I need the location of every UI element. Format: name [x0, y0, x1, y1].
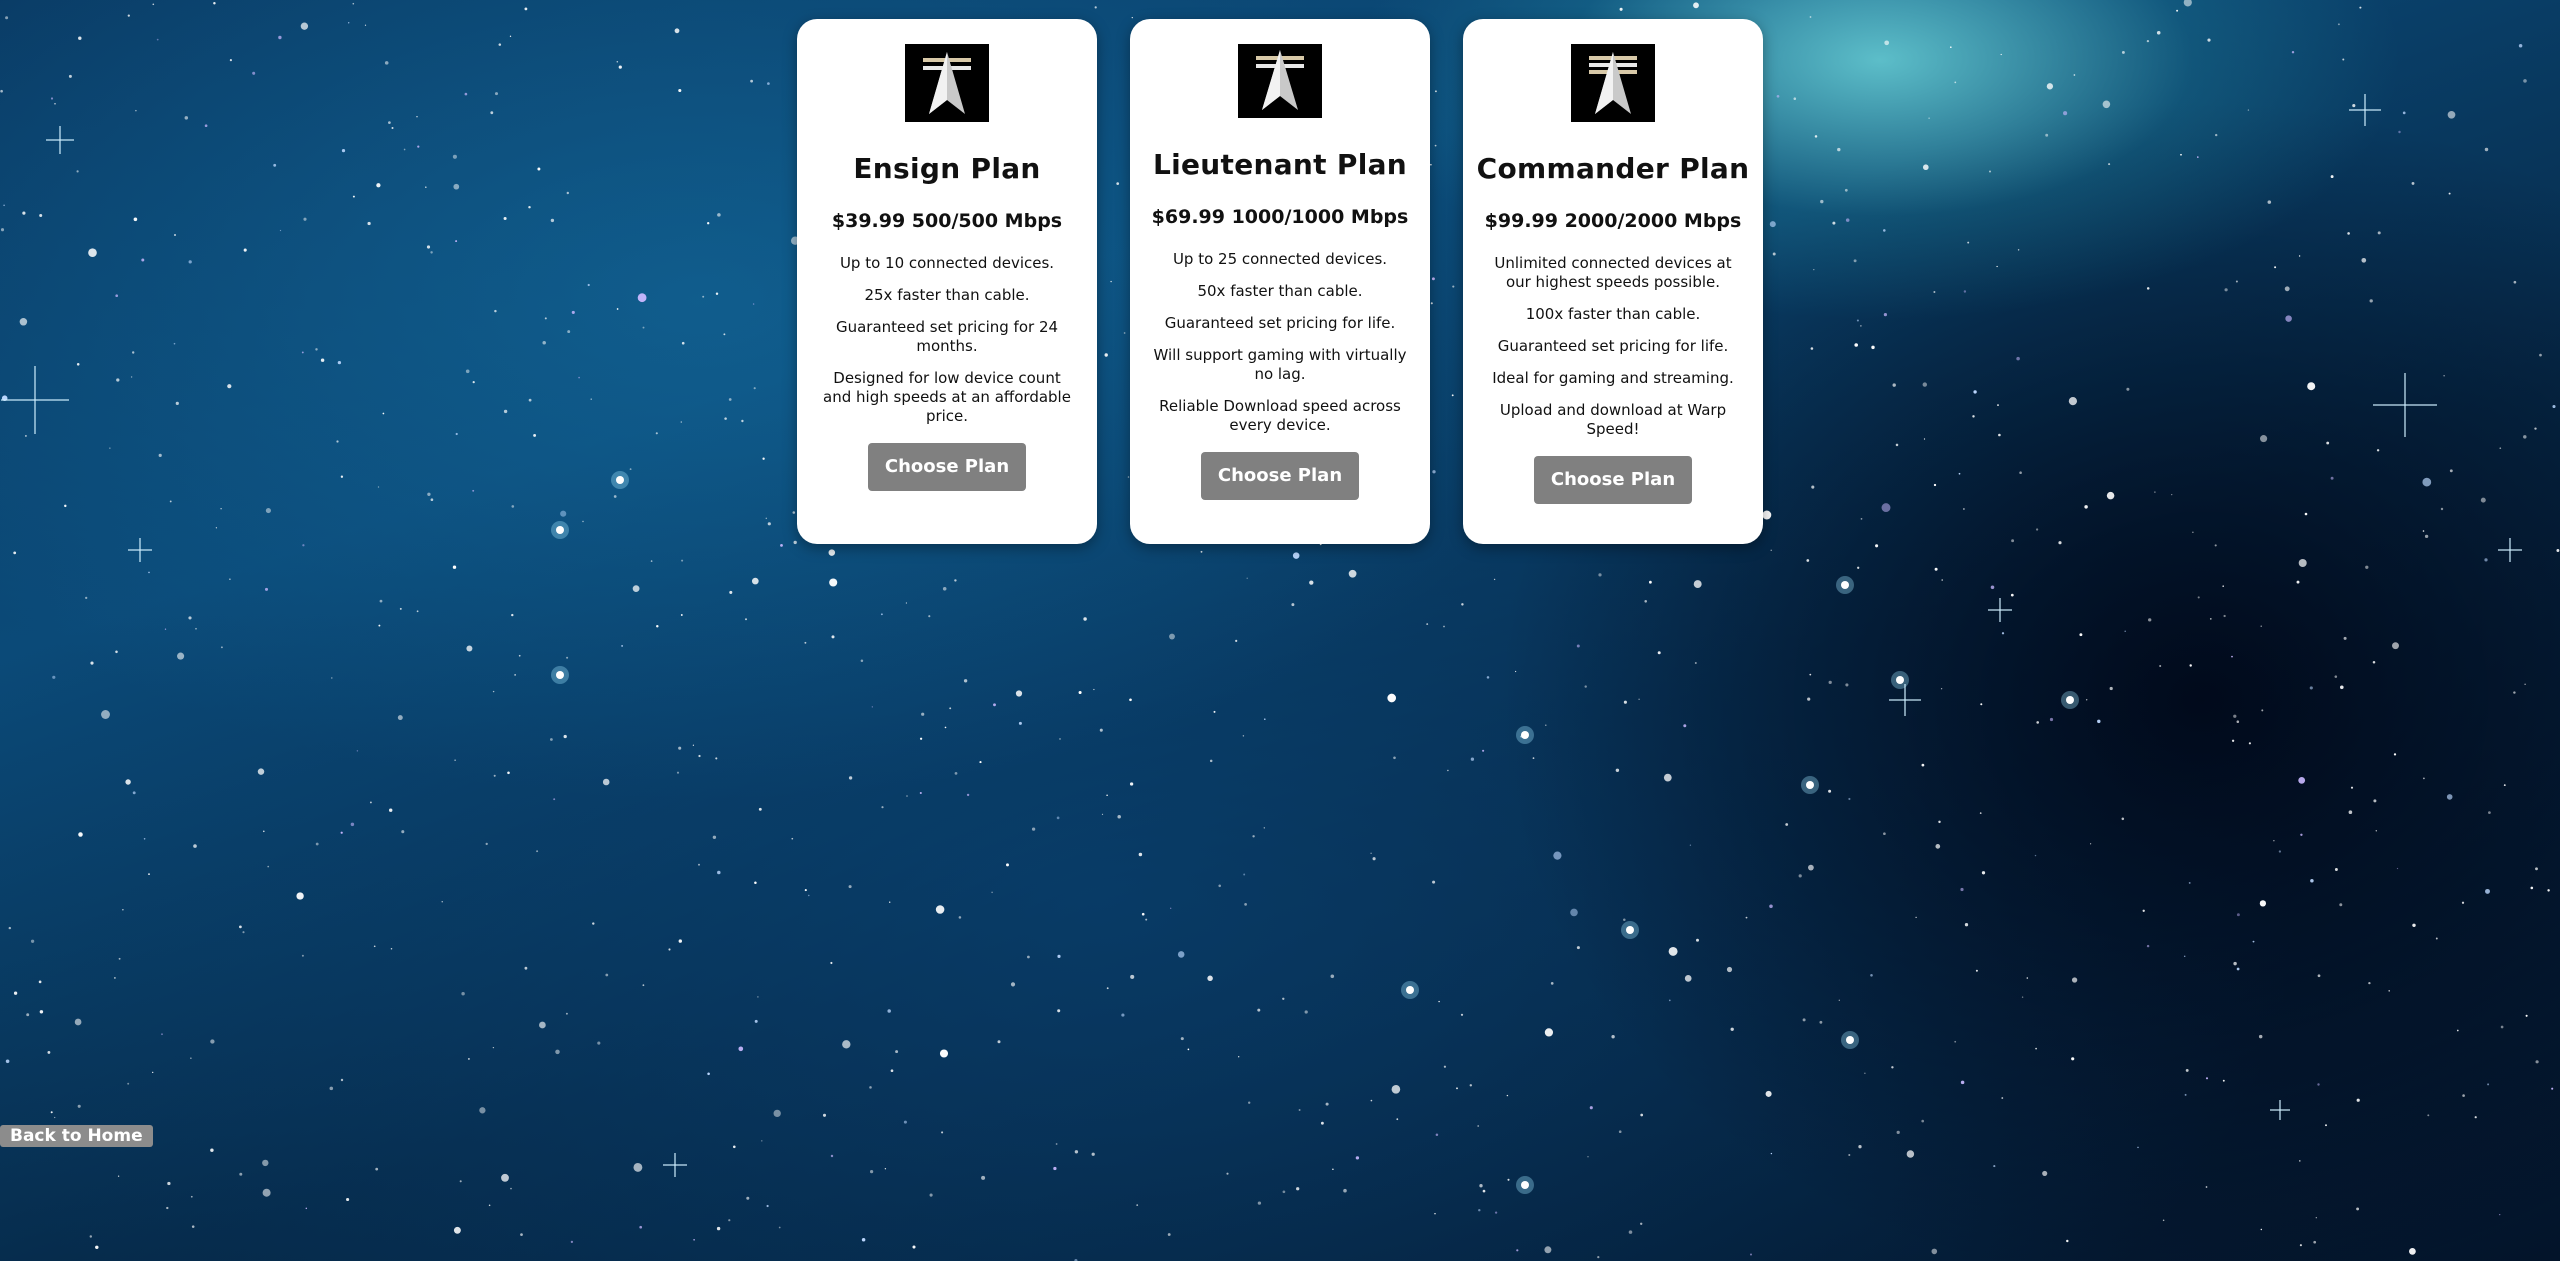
plan-card-commander: Commander Plan $99.99 2000/2000 Mbps Unl… — [1463, 19, 1763, 544]
plan-title: Commander Plan — [1476, 152, 1750, 185]
starfleet-delta-icon — [1571, 44, 1655, 122]
feature-item: Guaranteed set pricing for life. — [1497, 337, 1729, 355]
feature-item: Reliable Download speed across every dev… — [1159, 397, 1401, 434]
plan-price: $99.99 2000/2000 Mbps — [1484, 210, 1742, 232]
feature-item: 25x faster than cable. — [864, 286, 1030, 304]
plan-cards: Ensign Plan $39.99 500/500 Mbps Up to 10… — [797, 19, 1763, 544]
plan-card-lieutenant: Lieutenant Plan $69.99 1000/1000 Mbps Up… — [1130, 19, 1430, 544]
feature-item: Ideal for gaming and streaming. — [1492, 369, 1734, 387]
choose-plan-button-lieutenant[interactable]: Choose Plan — [1201, 452, 1359, 500]
plan-card-ensign: Ensign Plan $39.99 500/500 Mbps Up to 10… — [797, 19, 1097, 544]
plan-title: Ensign Plan — [853, 152, 1041, 185]
plan-price: $69.99 1000/1000 Mbps — [1151, 206, 1409, 228]
feature-item: Up to 10 connected devices. — [839, 254, 1055, 272]
feature-item: Unlimited connected devices at our highe… — [1494, 254, 1732, 291]
feature-list: Unlimited connected devices at our highe… — [1485, 254, 1741, 439]
starfleet-delta-icon — [905, 44, 989, 122]
feature-item: Designed for low device count and high s… — [823, 369, 1071, 425]
choose-plan-button-ensign[interactable]: Choose Plan — [868, 443, 1026, 491]
feature-list: Up to 25 connected devices. 50x faster t… — [1152, 250, 1408, 435]
feature-list: Up to 10 connected devices. 25x faster t… — [819, 254, 1075, 426]
feature-item: Guaranteed set pricing for 24 months. — [835, 318, 1059, 355]
starfleet-delta-icon — [1238, 44, 1322, 118]
feature-item: Upload and download at Warp Speed! — [1499, 401, 1727, 438]
feature-item: Will support gaming with virtually no la… — [1153, 346, 1407, 383]
feature-item: 100x faster than cable. — [1525, 305, 1701, 323]
feature-item: 50x faster than cable. — [1197, 282, 1363, 300]
choose-plan-button-commander[interactable]: Choose Plan — [1534, 456, 1692, 504]
feature-item: Up to 25 connected devices. — [1172, 250, 1388, 268]
feature-item: Guaranteed set pricing for life. — [1164, 314, 1396, 332]
back-to-home-link[interactable]: Back to Home — [0, 1125, 153, 1147]
plan-price: $39.99 500/500 Mbps — [831, 210, 1063, 232]
plan-title: Lieutenant Plan — [1152, 148, 1408, 181]
